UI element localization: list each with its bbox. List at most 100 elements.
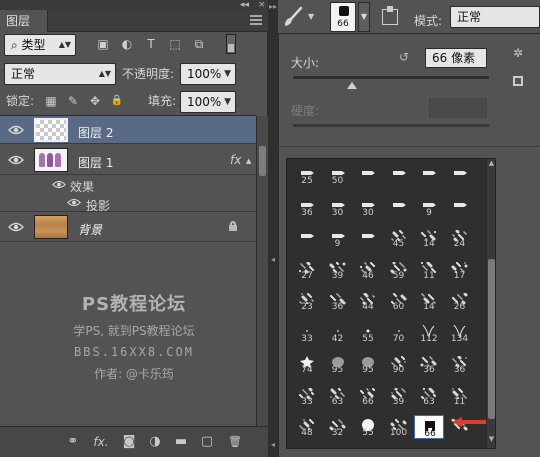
brush-preset[interactable] [384, 163, 414, 187]
brush-preset[interactable] [445, 163, 475, 187]
brush-preset[interactable] [353, 226, 383, 250]
scroll-up-icon[interactable]: ▲ [487, 159, 495, 171]
eye-visibility-icon[interactable] [8, 222, 24, 232]
brush-preset-picker-button[interactable]: 66 [330, 2, 356, 32]
brush-preset[interactable]: 44 [353, 289, 383, 313]
reset-size-icon[interactable]: ↺ [399, 50, 413, 64]
brush-preset[interactable]: 11 [414, 258, 444, 282]
new-layer-icon[interactable]: ▢ [198, 433, 216, 451]
scrollbar-thumb[interactable] [488, 259, 495, 419]
brush-preset[interactable] [353, 163, 383, 187]
image-filter-icon[interactable]: ▣ [96, 37, 110, 51]
brush-preset[interactable]: 134 [445, 321, 475, 345]
brush-preset[interactable]: 30 [353, 195, 383, 219]
eye-visibility-icon[interactable] [8, 155, 24, 165]
adjustment-filter-icon[interactable]: ◐ [120, 37, 134, 51]
brush-preset[interactable]: 23 [292, 289, 322, 313]
brush-preset[interactable] [292, 226, 322, 250]
preset-picker-dropdown-button[interactable]: ▼ [358, 2, 370, 32]
brush-preset[interactable]: 95 [323, 352, 353, 376]
eye-visibility-icon[interactable] [8, 125, 24, 135]
brush-preset[interactable]: 90 [384, 352, 414, 376]
collapse-arrow-icon[interactable]: ◂ [268, 255, 278, 264]
layer-kind-filter-dropdown[interactable]: ⌕ 类型 ▲▼ [4, 34, 76, 56]
brush-preset[interactable]: 36 [292, 195, 322, 219]
brush-preset[interactable]: 26 [445, 289, 475, 313]
gear-icon[interactable]: ✲ [513, 46, 523, 60]
chevron-down-icon[interactable]: ▼ [224, 92, 231, 112]
mode-dropdown[interactable]: 正常 [450, 6, 540, 28]
brush-preset[interactable]: 25 [292, 163, 322, 187]
brush-preset[interactable]: 33 [292, 384, 322, 408]
layer-name[interactable]: 图层 1 [78, 154, 113, 171]
brush-preset[interactable]: 46 [353, 258, 383, 282]
shape-filter-icon[interactable]: ⬚ [168, 37, 182, 51]
brush-preset[interactable]: 30 [323, 195, 353, 219]
drop-shadow-row[interactable]: 投影 [0, 193, 256, 213]
brush-preset[interactable]: 33 [292, 321, 322, 345]
brush-preset[interactable]: 63 [323, 384, 353, 408]
layer-row-layer1[interactable]: 图层 1 fx ▲ [0, 145, 256, 175]
expand-panel-icon[interactable]: ▸▸ [268, 2, 278, 11]
brush-preset[interactable]: 50 [323, 163, 353, 187]
lock-all-icon[interactable]: 🔒 [110, 94, 124, 108]
smart-object-filter-icon[interactable]: ⧉ [192, 37, 206, 51]
brush-preset[interactable]: 27 [292, 258, 322, 282]
size-input[interactable]: 66 像素 [425, 48, 487, 68]
brush-preset[interactable]: 66 [353, 384, 383, 408]
brush-preset[interactable]: 14 [414, 289, 444, 313]
brush-preset[interactable]: 39 [384, 384, 414, 408]
fx-badge-icon[interactable]: fx [230, 153, 241, 167]
lock-position-icon[interactable]: ✥ [88, 94, 102, 108]
brush-preset[interactable]: 95 [353, 352, 383, 376]
collapse-effects-icon[interactable]: ▲ [246, 157, 251, 165]
brush-preset[interactable]: 36 [445, 352, 475, 376]
size-slider[interactable] [293, 76, 489, 79]
effects-row[interactable]: 效果 [0, 175, 256, 194]
layer-row-layer2[interactable]: 图层 2 [0, 116, 256, 144]
collapse-panel-icon[interactable]: ◂◂ [240, 0, 256, 10]
brush-preset[interactable] [414, 163, 444, 187]
fill-field[interactable]: 100% ▼ [180, 91, 236, 113]
brush-preset[interactable]: 45 [384, 226, 414, 250]
brush-preset[interactable]: 14 [414, 226, 444, 250]
trash-icon[interactable]: 🗑 [226, 433, 244, 451]
filter-toggle-switch[interactable] [226, 34, 236, 54]
brush-preset[interactable]: 48 [292, 415, 322, 439]
brush-preset[interactable]: 100 [384, 415, 414, 439]
eye-visibility-icon[interactable] [67, 198, 83, 208]
toggle-brush-panel-icon[interactable] [382, 6, 398, 25]
brush-preset[interactable]: 39 [323, 258, 353, 282]
link-layers-icon[interactable]: ⚭ [64, 433, 82, 451]
brush-preset[interactable]: 32 [323, 415, 353, 439]
adjustment-layer-icon[interactable]: ◑ [146, 433, 164, 451]
collapse-arrow-icon[interactable]: ◂ [268, 440, 278, 449]
brush-preset[interactable]: 60 [384, 289, 414, 313]
layer-row-background[interactable]: 背景 [0, 212, 256, 242]
blend-mode-dropdown[interactable]: 正常 ▲▼ [4, 63, 116, 85]
scrollbar-thumb[interactable] [259, 146, 266, 176]
brush-preset[interactable]: 55 [353, 415, 383, 439]
close-icon[interactable]: × [258, 0, 268, 10]
scroll-down-icon[interactable]: ▼ [487, 435, 495, 447]
brush-preset[interactable]: 11 [445, 384, 475, 408]
brush-preset[interactable]: 9 [323, 226, 353, 250]
mask-icon[interactable]: ◙ [120, 433, 138, 451]
group-folder-icon[interactable]: ▬ [172, 433, 190, 451]
brush-preset[interactable]: 74 [292, 352, 322, 376]
brush-preset[interactable]: 55 [353, 321, 383, 345]
brush-preset[interactable]: 36 [323, 289, 353, 313]
size-slider-knob[interactable] [346, 82, 357, 89]
brush-preset[interactable]: 59 [384, 258, 414, 282]
brush-preset[interactable] [384, 195, 414, 219]
brush-preset[interactable]: 24 [445, 226, 475, 250]
brush-preset[interactable]: 42 [323, 321, 353, 345]
brush-preset[interactable]: 17 [445, 258, 475, 282]
brush-preset-selected[interactable]: 66 [414, 415, 444, 439]
opacity-field[interactable]: 100% ▼ [180, 63, 236, 85]
brush-preset[interactable]: 63 [414, 384, 444, 408]
chevron-down-icon[interactable]: ▼ [224, 64, 231, 84]
brush-preset[interactable]: 70 [384, 321, 414, 345]
panel-menu-icon[interactable] [250, 15, 262, 27]
brush-preset[interactable]: 112 [414, 321, 444, 345]
